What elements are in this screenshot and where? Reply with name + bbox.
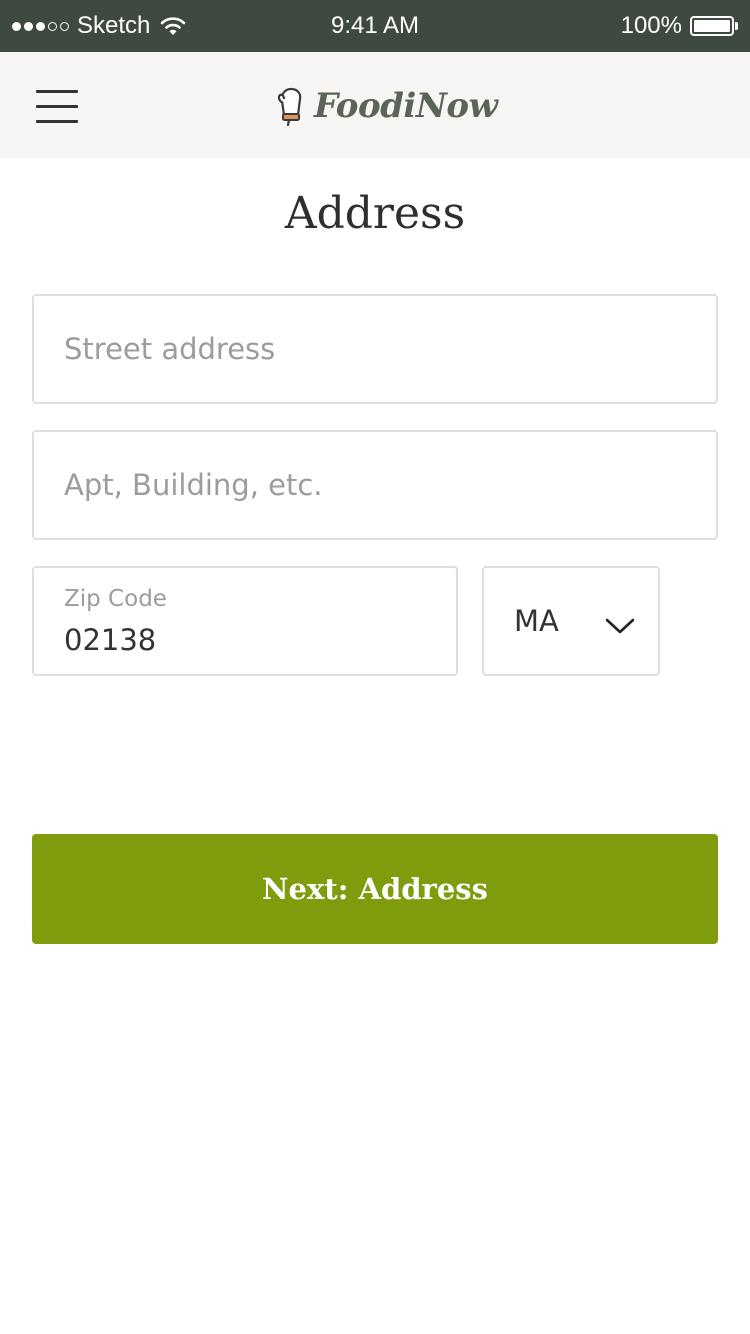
street-address-input[interactable] (64, 296, 696, 402)
hamburger-menu-icon[interactable] (36, 88, 80, 124)
brand-name: FoodiNow (314, 86, 498, 126)
zip-code-label: Zip Code (64, 586, 167, 612)
page-title: Address (284, 188, 466, 239)
status-bar-right: 100% (621, 0, 738, 52)
battery-icon (690, 16, 734, 36)
next-address-button[interactable]: Next: Address (32, 834, 718, 944)
battery-tip (735, 22, 738, 30)
apt-building-input[interactable] (64, 432, 696, 538)
zip-code-input[interactable] (64, 620, 436, 660)
battery-percentage: 100% (620, 12, 682, 39)
apt-building-field[interactable] (32, 430, 718, 540)
street-address-field[interactable] (32, 294, 718, 404)
brand-logo: FoodiNow (276, 84, 498, 128)
chevron-down-icon (605, 618, 635, 634)
oven-mitt-icon (277, 87, 302, 127)
zip-code-field[interactable]: Zip Code (32, 566, 458, 676)
app-header: FoodiNow (0, 52, 750, 158)
status-bar: Sketch 9:41 AM 100% (0, 0, 750, 52)
state-selected-value: MA (514, 604, 559, 638)
state-select[interactable]: MA (482, 566, 660, 676)
